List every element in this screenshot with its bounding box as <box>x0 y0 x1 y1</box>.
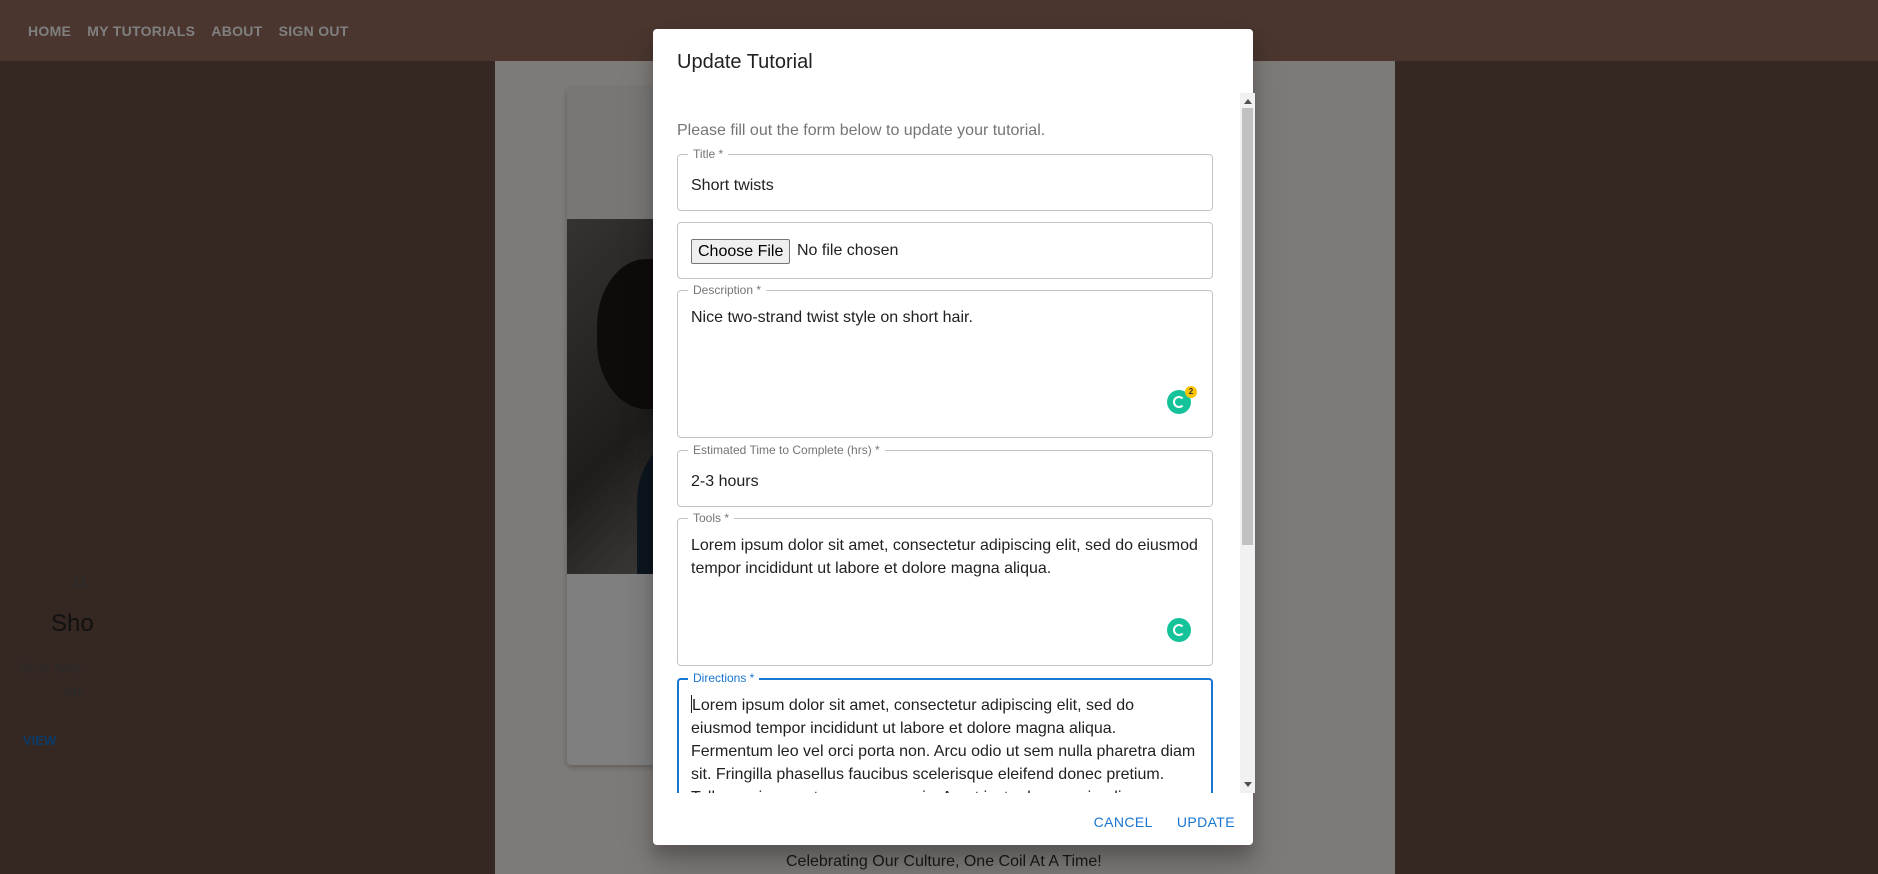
choose-file-button[interactable]: Choose File <box>691 239 791 264</box>
tools-field[interactable]: Tools * Lorem ipsum dolor sit amet, cons… <box>677 511 1213 666</box>
description-label: Description * <box>688 283 767 297</box>
scroll-thumb[interactable] <box>1242 108 1253 545</box>
grammarly-badge: 2 <box>1185 386 1197 398</box>
directions-input[interactable]: Lorem ipsum dolor sit amet, consectetur … <box>691 694 1198 793</box>
directions-text: Lorem ipsum dolor sit amet, consectetur … <box>691 697 1196 793</box>
title-field[interactable]: Title * Short twists <box>677 147 1213 211</box>
time-input[interactable]: 2-3 hours <box>691 470 1199 493</box>
update-button[interactable]: UPDATE <box>1169 808 1243 836</box>
dialog-actions: CANCEL UPDATE <box>1078 808 1243 836</box>
directions-field[interactable]: Directions * Lorem ipsum dolor sit amet,… <box>677 671 1213 793</box>
file-field[interactable]: Choose File No file chosen <box>677 222 1213 279</box>
update-tutorial-dialog: Update Tutorial Please fill out the form… <box>653 29 1255 845</box>
time-label: Estimated Time to Complete (hrs) * <box>688 443 885 457</box>
title-input[interactable]: Short twists <box>691 174 1199 197</box>
description-input[interactable]: Nice two-strand twist style on short hai… <box>691 306 1199 329</box>
scroll-up-icon[interactable] <box>1244 99 1252 104</box>
file-status: No file chosen <box>797 242 899 259</box>
grammarly-icon[interactable]: 2 <box>1167 386 1197 414</box>
dialog-scrollbar[interactable] <box>1240 93 1255 793</box>
dialog-instructions: Please fill out the form below to update… <box>677 122 1046 139</box>
dialog-title: Update Tutorial <box>677 51 813 73</box>
grammarly-icon[interactable] <box>1167 618 1191 642</box>
dialog-content[interactable]: Please fill out the form below to update… <box>677 93 1235 793</box>
description-field[interactable]: Description * Nice two-strand twist styl… <box>677 283 1213 438</box>
scroll-down-icon[interactable] <box>1244 782 1252 787</box>
tools-input[interactable]: Lorem ipsum dolor sit amet, consectetur … <box>691 534 1199 580</box>
tools-label: Tools * <box>688 511 735 525</box>
directions-label: Directions * <box>688 671 760 685</box>
time-field[interactable]: Estimated Time to Complete (hrs) * 2-3 h… <box>677 443 1213 507</box>
title-label: Title * <box>688 147 729 161</box>
cancel-button[interactable]: CANCEL <box>1086 808 1161 836</box>
